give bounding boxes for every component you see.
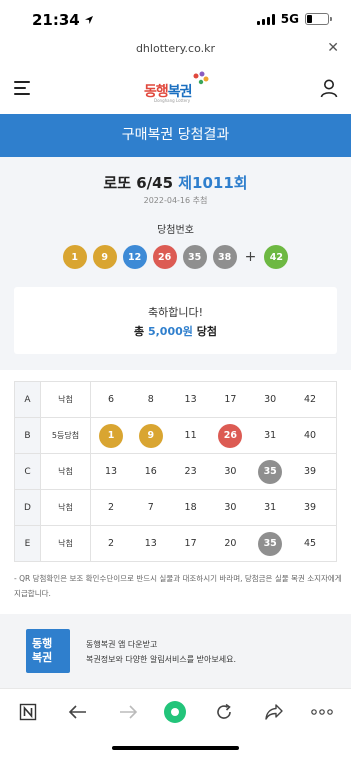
- app-download-banner[interactable]: 동행 복권 동행복권 앱 다운받고 복권정보와 다양한 알림서비스를 받아보세요…: [0, 614, 351, 688]
- winning-ball: 35: [182, 245, 207, 269]
- close-icon[interactable]: ✕: [327, 40, 339, 56]
- share-icon[interactable]: [262, 700, 286, 724]
- ticket-result: 5등당첨: [40, 417, 91, 454]
- congrats-text: 축하합니다!: [147, 306, 203, 319]
- ticket-label: A: [14, 381, 41, 418]
- ticket-number: 13: [144, 538, 157, 549]
- more-icon[interactable]: [310, 700, 334, 724]
- prize-total: 총 5,000원 당첨: [134, 325, 217, 338]
- home-indicator[interactable]: [112, 746, 239, 750]
- matched-number-ball: 35: [258, 531, 283, 556]
- ticket-label: D: [14, 489, 41, 526]
- ticket-result: 낙첨: [40, 381, 91, 418]
- page-title: 구매복권 당첨결과: [0, 114, 351, 157]
- ticket-row: C 낙첨 13 16 23 30 35 39: [14, 453, 337, 490]
- matched-number-ball: 1: [99, 423, 123, 448]
- status-bar: 21:34 5G: [0, 0, 351, 38]
- matched-number-ball: 35: [258, 459, 283, 484]
- user-icon[interactable]: [319, 78, 339, 98]
- ticket-number: 39: [303, 466, 317, 477]
- status-time: 21:34: [32, 11, 94, 29]
- ticket-number: 18: [184, 502, 197, 513]
- naver-icon[interactable]: [16, 700, 40, 724]
- network-type: 5G: [280, 12, 299, 26]
- ticket-number: 30: [224, 466, 237, 477]
- ticket-number: 30: [224, 502, 237, 513]
- ticket-result: 낙첨: [40, 489, 91, 526]
- game-name: 로또 6/45: [103, 174, 174, 192]
- forward-icon[interactable]: [116, 700, 140, 724]
- ticket-number: 17: [224, 394, 237, 405]
- cellular-signal-icon: [256, 13, 275, 25]
- hamburger-menu-icon[interactable]: [14, 81, 30, 95]
- notice-text: - QR 당첨확인은 보조 확인수단이므로 반드시 실물과 대조하시기 바라며,…: [14, 574, 342, 598]
- ticket-number: 30: [264, 394, 277, 405]
- ticket-label: E: [14, 525, 41, 562]
- ticket-number: 20: [224, 538, 237, 549]
- winning-ball: 12: [122, 245, 147, 269]
- site-header: 동행복권 Donghang Lottery: [0, 62, 351, 114]
- round-number: 제1011회: [178, 174, 248, 192]
- ticket-number: 11: [184, 430, 197, 441]
- battery-icon: [305, 13, 332, 25]
- congrats-card: 축하합니다! 총 5,000원 당첨: [14, 287, 337, 354]
- logo-mark-icon: [193, 71, 209, 85]
- home-green-icon[interactable]: [163, 700, 187, 724]
- ticket-row: B 5등당첨 1 9 11 26 31 40: [14, 417, 337, 454]
- ticket-result: 낙첨: [40, 525, 91, 562]
- ticket-number: 40: [303, 430, 317, 441]
- ticket-table: A 낙첨 6 8 13 17 30 42 B 5등당첨 1 9 11 26 31 40 C 낙첨 13 16 23 30 3…: [14, 381, 337, 562]
- bonus-ball: 42: [264, 245, 289, 269]
- ticket-number: 16: [144, 466, 157, 477]
- ticket-label: B: [14, 417, 41, 454]
- ticket-number: 2: [107, 538, 115, 549]
- ticket-row: A 낙첨 6 8 13 17 30 42: [14, 381, 337, 418]
- winning-ball: 38: [212, 245, 237, 269]
- ticket-row: D 낙첨 2 7 18 30 31 39: [14, 489, 337, 526]
- ticket-number: 42: [303, 394, 317, 405]
- ticket-number: 45: [303, 538, 317, 549]
- ticket-number: 23: [184, 466, 197, 477]
- draw-date: 2022-04-16 추첨: [143, 196, 208, 205]
- matched-number-ball: 9: [138, 423, 163, 448]
- ticket-number: 31: [264, 430, 277, 441]
- ticket-result: 낙첨: [40, 453, 91, 490]
- url-text[interactable]: dhlottery.co.kr: [0, 42, 351, 55]
- ticket-number: 31: [264, 502, 277, 513]
- ticket-number: 17: [184, 538, 197, 549]
- browser-toolbar: [0, 688, 351, 734]
- matched-number-ball: 26: [218, 423, 243, 448]
- prize-amount: 5,000원: [147, 325, 193, 338]
- winning-ball: 9: [92, 245, 117, 269]
- browser-url-bar[interactable]: dhlottery.co.kr ✕: [0, 38, 351, 62]
- ticket-label: C: [14, 453, 41, 490]
- winning-numbers-label: 당첨번호: [157, 225, 194, 236]
- ticket-row: E 낙첨 2 13 17 20 35 45: [14, 525, 337, 562]
- ticket-number: 2: [107, 502, 115, 513]
- ticket-number: 8: [147, 394, 154, 405]
- app-banner-line2: 복권정보와 다양한 알림서비스를 받아보세요.: [86, 655, 237, 664]
- location-arrow-icon: [84, 16, 93, 24]
- back-icon[interactable]: [66, 700, 90, 724]
- ticket-number: 7: [147, 502, 154, 513]
- site-logo[interactable]: 동행복권 Donghang Lottery: [144, 70, 210, 106]
- winning-ball: 1: [62, 245, 87, 269]
- round-title: 로또 6/45 제1011회: [0, 172, 351, 193]
- app-banner-line1: 동행복권 앱 다운받고: [86, 640, 158, 649]
- clock-text: 21:34: [32, 11, 80, 29]
- ticket-number: 39: [303, 502, 317, 513]
- reload-icon[interactable]: [212, 700, 236, 724]
- plus-sign: +: [244, 249, 257, 265]
- winning-ball: 26: [152, 245, 177, 269]
- ticket-number: 13: [184, 394, 197, 405]
- ticket-number: 6: [107, 394, 115, 405]
- winning-numbers: 1 9 12 26 35 38 + 42: [0, 245, 351, 269]
- ticket-number: 13: [104, 466, 118, 477]
- app-logo[interactable]: 동행 복권: [26, 629, 70, 673]
